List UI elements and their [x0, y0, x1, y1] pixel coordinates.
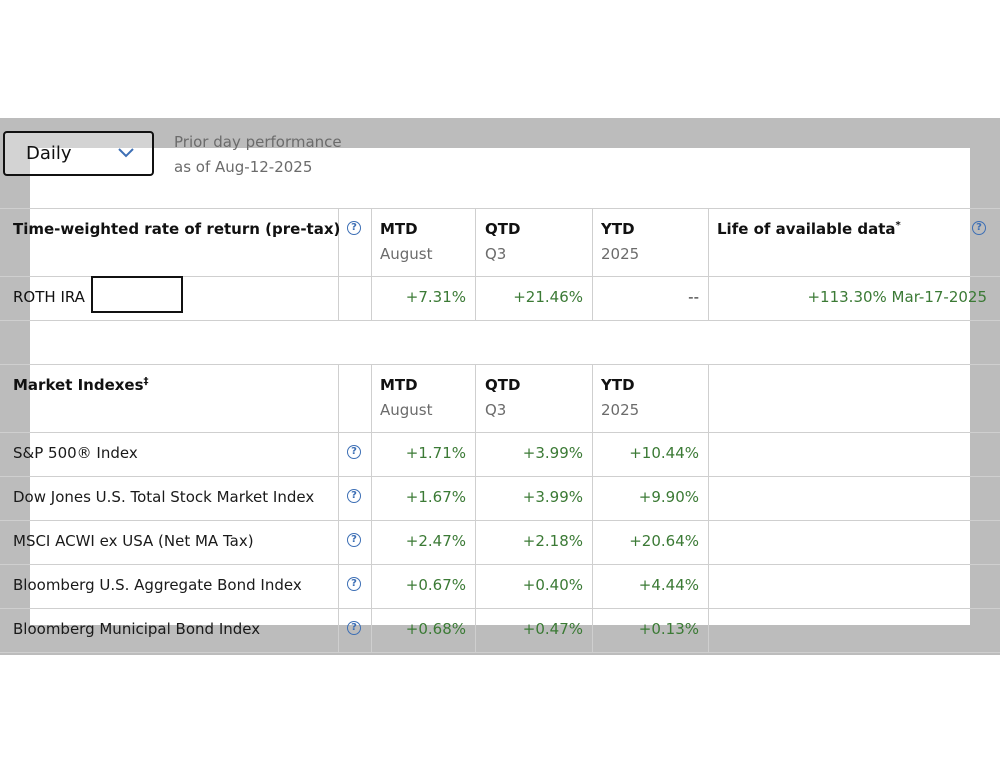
indexes-col-qtd: QTD — [485, 376, 521, 394]
life-header-mark: * — [895, 220, 901, 231]
index-name: Bloomberg Municipal Bond Index — [13, 620, 261, 638]
help-icon[interactable]: ? — [347, 221, 361, 235]
indexes-header-mark: ‡ — [143, 376, 149, 387]
account-mtd: +7.31% — [405, 288, 466, 306]
period-select[interactable]: Daily — [3, 131, 154, 176]
performance-toolbar: Daily Prior day performance as of Aug-12… — [0, 118, 1000, 208]
help-icon[interactable]: ? — [347, 577, 361, 591]
indexes-header: Market Indexes‡ — [13, 376, 149, 394]
index-ytd: +4.44% — [638, 576, 699, 594]
index-mtd: +1.67% — [405, 488, 466, 506]
index-mtd: +2.47% — [405, 532, 466, 550]
help-icon[interactable]: ? — [347, 445, 361, 459]
index-mtd: +0.67% — [405, 576, 466, 594]
indexes-col-mtd: MTD — [380, 376, 418, 394]
divider — [0, 364, 1000, 365]
indexes-col-ytd: YTD — [601, 376, 635, 394]
returns-col-mtd-sub: August — [380, 245, 433, 263]
index-name: Bloomberg U.S. Aggregate Bond Index — [13, 576, 302, 594]
index-mtd: +1.71% — [405, 444, 466, 462]
index-qtd: +3.99% — [522, 488, 583, 506]
account-life-value: +113.30% Mar-17-2025 — [807, 288, 987, 306]
index-ytd: +0.13% — [638, 620, 699, 638]
indexes-header-text: Market Indexes — [13, 376, 144, 394]
account-name: ROTH IRA — [13, 288, 85, 306]
divider — [0, 208, 1000, 209]
index-qtd: +2.18% — [522, 532, 583, 550]
help-icon[interactable]: ? — [347, 533, 361, 547]
returns-col-mtd: MTD — [380, 220, 418, 238]
index-name: S&P 500® Index — [13, 444, 138, 462]
index-name: MSCI ACWI ex USA (Net MA Tax) — [13, 532, 254, 550]
table-row: Bloomberg U.S. Aggregate Bond Index ? +0… — [0, 564, 1000, 608]
chevron-down-icon — [118, 148, 134, 158]
table-row: MSCI ACWI ex USA (Net MA Tax) ? +2.47% +… — [0, 520, 1000, 564]
period-select-value: Daily — [26, 143, 72, 164]
index-qtd: +0.47% — [522, 620, 583, 638]
divider — [0, 652, 1000, 653]
index-qtd: +0.40% — [522, 576, 583, 594]
table-row: Dow Jones U.S. Total Stock Market Index … — [0, 476, 1000, 520]
help-icon[interactable]: ? — [347, 489, 361, 503]
table-row: Bloomberg Municipal Bond Index ? +0.68% … — [0, 608, 1000, 652]
returns-col-ytd: YTD — [601, 220, 635, 238]
divider — [0, 320, 1000, 321]
indexes-col-mtd-sub: August — [380, 401, 433, 419]
help-icon[interactable]: ? — [972, 221, 986, 235]
returns-header: Time-weighted rate of return (pre-tax) — [13, 220, 341, 238]
returns-col-ytd-sub: 2025 — [601, 245, 640, 263]
prior-note-line1: Prior day performance — [174, 133, 342, 151]
indexes-col-ytd-sub: 2025 — [601, 401, 640, 419]
index-ytd: +10.44% — [629, 444, 699, 462]
returns-col-qtd: QTD — [485, 220, 521, 238]
index-ytd: +9.90% — [638, 488, 699, 506]
redaction-box — [91, 276, 183, 313]
help-icon[interactable]: ? — [347, 621, 361, 635]
account-ytd: -- — [688, 288, 699, 306]
index-mtd: +0.68% — [405, 620, 466, 638]
prior-day-note: Prior day performance as of Aug-12-2025 — [174, 130, 342, 180]
index-qtd: +3.99% — [522, 444, 583, 462]
returns-col-qtd-sub: Q3 — [485, 245, 507, 263]
account-qtd: +21.46% — [513, 288, 583, 306]
index-name: Dow Jones U.S. Total Stock Market Index — [13, 488, 315, 506]
index-ytd: +20.64% — [629, 532, 699, 550]
life-header-text: Life of available data — [717, 220, 896, 238]
account-life: +113.30% Mar-17-2025 — [709, 288, 987, 306]
life-header: Life of available data* — [717, 220, 901, 238]
prior-note-line2: as of Aug-12-2025 — [174, 158, 313, 176]
table-row: S&P 500® Index ? +1.71% +3.99% +10.44% — [0, 432, 1000, 476]
indexes-col-qtd-sub: Q3 — [485, 401, 507, 419]
